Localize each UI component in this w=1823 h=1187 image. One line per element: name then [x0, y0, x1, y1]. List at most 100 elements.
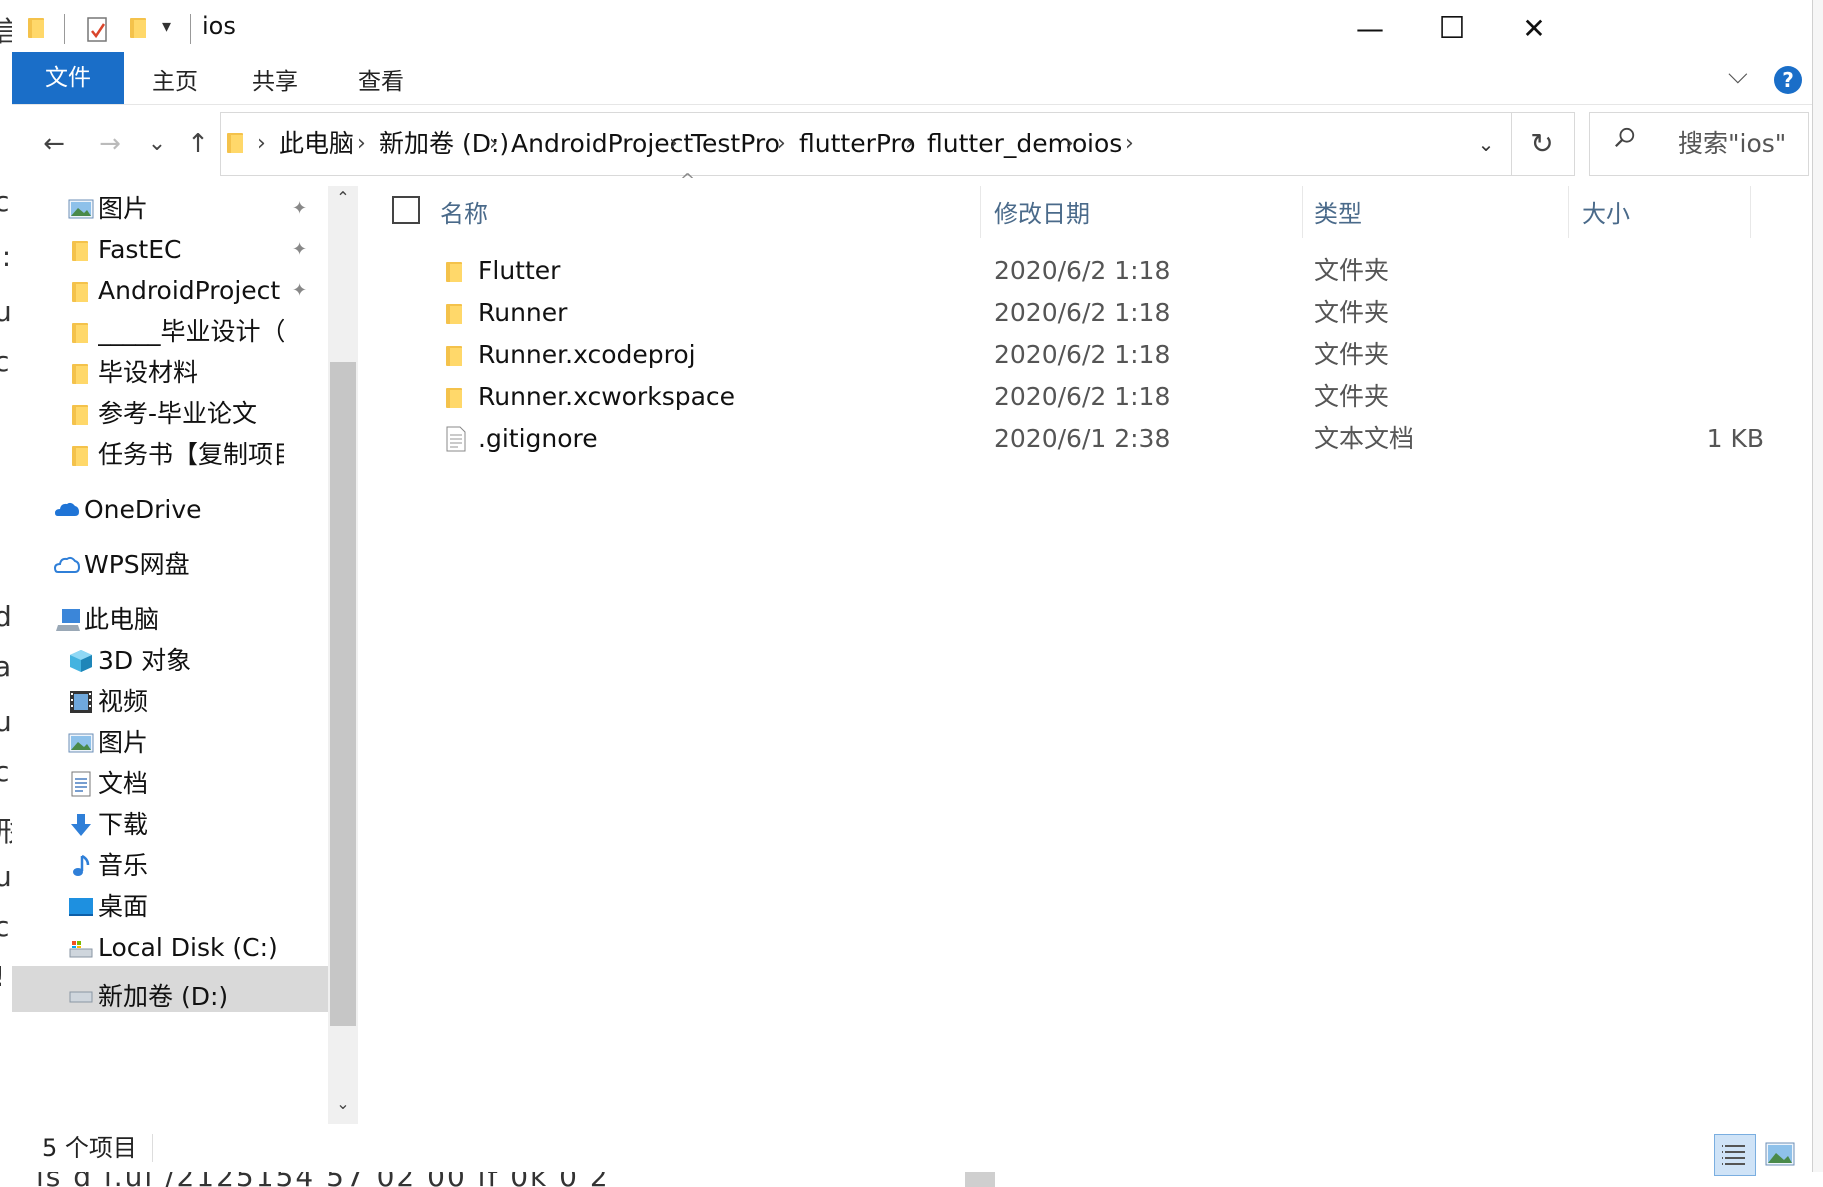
new-folder-icon[interactable] [128, 14, 150, 44]
sidebar-item-thesis[interactable]: _____毕业设计（论文 [12, 309, 328, 355]
sidebar-item-this-pc[interactable]: 此电脑 [12, 597, 328, 643]
sidebar-item-3d-objects[interactable]: 3D 对象 [12, 638, 328, 684]
file-size: 1 KB [1706, 424, 1764, 453]
breadcrumb-this-pc[interactable]: 此电脑 [279, 113, 354, 175]
column-separator[interactable] [1302, 186, 1303, 238]
pictures-icon [68, 733, 94, 753]
sidebar-item-music[interactable]: 音乐 [12, 843, 328, 889]
breadcrumb-separator[interactable]: › [489, 113, 498, 175]
breadcrumb-separator[interactable]: › [1065, 113, 1074, 175]
this-pc-icon [56, 609, 80, 631]
breadcrumb-separator[interactable]: › [357, 113, 366, 175]
file-name: .gitignore [478, 424, 598, 453]
breadcrumb-testpro[interactable]: TestPro [691, 113, 780, 175]
breadcrumb-separator[interactable]: › [905, 113, 914, 175]
scroll-down-button[interactable]: ⌄ [328, 1094, 358, 1113]
file-row-runner[interactable]: Runner 2020/6/2 1:18 文件夹 [384, 292, 1784, 334]
pin-icon[interactable]: ✦ [292, 239, 307, 260]
tab-home[interactable]: 主页 [152, 52, 198, 104]
sidebar-item-label: 图片 [98, 194, 149, 223]
ribbon-expand-icon[interactable]: ⌵ [1728, 60, 1748, 91]
column-header-type[interactable]: 类型 [1314, 186, 1564, 242]
breadcrumb-flutter-demo[interactable]: flutter_demo [927, 113, 1087, 175]
help-icon[interactable]: ? [1774, 66, 1802, 94]
close-button[interactable]: ✕ [1488, 0, 1580, 58]
sidebar-item-pictures[interactable]: 图片 [12, 720, 328, 766]
sidebar-item-drive-d[interactable]: 新加卷 (D:) [12, 966, 328, 1012]
sidebar-item-fastec[interactable]: FastEC ✦ [12, 227, 328, 273]
search-input[interactable]: 搜索"ios" [1678, 113, 1786, 175]
back-button[interactable]: ← [34, 118, 74, 170]
pictures-icon [68, 199, 94, 219]
minimize-button[interactable]: — [1324, 0, 1416, 58]
file-date: 2020/6/2 1:18 [994, 340, 1171, 369]
column-header-size[interactable]: 大小 [1582, 186, 1752, 242]
sidebar-item-label: 任务书【复制项目名 [98, 440, 284, 469]
sidebar-item-label: OneDrive [84, 495, 202, 524]
breadcrumb-androidproject[interactable]: AndroidProject [511, 113, 693, 175]
address-bar[interactable]: › 此电脑 › 新加卷 (D:) › AndroidProject › Test… [220, 112, 1512, 176]
breadcrumb-separator[interactable]: › [669, 113, 678, 175]
qat-separator [64, 14, 65, 44]
sidebar-item-materials[interactable]: 毕设材料 [12, 350, 328, 396]
pin-icon[interactable]: ✦ [292, 198, 307, 219]
sidebar-item-desktop[interactable]: 桌面 [12, 884, 328, 930]
address-dropdown-button[interactable]: ⌄ [1461, 113, 1511, 175]
pin-icon[interactable]: ✦ [292, 280, 307, 301]
sidebar-item-label: FastEC [98, 235, 182, 264]
folder-icon [70, 442, 96, 468]
column-separator[interactable] [1750, 186, 1751, 238]
tab-file[interactable]: 文件 [12, 52, 124, 104]
onedrive-icon [55, 502, 79, 516]
large-icons-view-icon [1765, 1142, 1795, 1166]
up-button[interactable]: ↑ [180, 118, 216, 170]
window-title: ios [202, 12, 236, 40]
sidebar-item-local-disk-c[interactable]: Local Disk (C:) [12, 925, 328, 971]
sidebar-item-onedrive[interactable]: OneDrive [12, 487, 328, 533]
breadcrumb-separator[interactable]: › [777, 113, 786, 175]
file-row-runner-xcodeproj[interactable]: Runner.xcodeproj 2020/6/2 1:18 文件夹 [384, 334, 1784, 376]
customize-dropdown-icon[interactable]: ▾ [162, 16, 171, 37]
breadcrumb-flutterpro[interactable]: flutterPro [799, 113, 916, 175]
large-icons-view-button[interactable] [1764, 1138, 1796, 1170]
tab-view[interactable]: 查看 [358, 52, 404, 104]
navigation-pane: 图片 ✦ FastEC ✦ AndroidProject ✦ _____毕业设计… [12, 186, 342, 1126]
recent-locations-button[interactable]: ⌄ [142, 118, 172, 170]
breadcrumb-separator[interactable]: › [257, 113, 266, 175]
item-count: 5 个项目 [42, 1134, 137, 1162]
3d-objects-icon [70, 650, 92, 672]
details-view-button[interactable] [1714, 1134, 1756, 1176]
select-all-checkbox[interactable] [392, 196, 420, 224]
forward-button[interactable]: → [90, 118, 130, 170]
column-header-date[interactable]: 修改日期 [994, 186, 1294, 242]
breadcrumb-ios[interactable]: ios [1087, 113, 1122, 175]
refresh-button[interactable]: ↻ [1510, 112, 1575, 176]
scroll-up-button[interactable]: ⌃ [328, 188, 358, 207]
sidebar-item-wps[interactable]: WPS网盘 [12, 542, 328, 588]
sidebar-item-task-book[interactable]: 任务书【复制项目名 [12, 432, 328, 478]
file-row-flutter[interactable]: Flutter 2020/6/2 1:18 文件夹 [384, 250, 1784, 292]
column-header-name[interactable]: 名称 [440, 186, 980, 242]
sidebar-item-documents[interactable]: 文档 [12, 761, 328, 807]
sidebar-item-pictures-pinned[interactable]: 图片 ✦ [12, 186, 328, 232]
properties-check-icon[interactable] [86, 16, 110, 42]
breadcrumb-separator[interactable]: › [1125, 113, 1134, 175]
sidebar-item-androidproject[interactable]: AndroidProject ✦ [12, 268, 328, 314]
file-row-gitignore[interactable]: .gitignore 2020/6/1 2:38 文本文档 1 KB [384, 418, 1784, 460]
bg-char: c [0, 755, 10, 788]
sidebar-item-videos[interactable]: 视频 [12, 679, 328, 725]
sidebar-item-label: AndroidProject [98, 276, 281, 305]
sidebar-item-label: 此电脑 [84, 605, 160, 634]
sidebar-scrollbar-thumb[interactable] [330, 362, 356, 1026]
sidebar-item-label: Local Disk (C:) [98, 933, 278, 962]
sidebar-item-label: 桌面 [98, 892, 149, 921]
sidebar-item-reference[interactable]: 参考-毕业论文 [12, 391, 328, 437]
sidebar-item-downloads[interactable]: 下载 [12, 802, 328, 848]
column-separator[interactable] [980, 186, 981, 238]
sidebar-item-label: 3D 对象 [98, 646, 192, 675]
search-box[interactable]: 搜索"ios" [1589, 112, 1809, 176]
tab-share[interactable]: 共享 [252, 52, 298, 104]
column-separator[interactable] [1568, 186, 1569, 238]
maximize-button[interactable]: ☐ [1406, 0, 1498, 58]
file-row-runner-xcworkspace[interactable]: Runner.xcworkspace 2020/6/2 1:18 文件夹 [384, 376, 1784, 418]
